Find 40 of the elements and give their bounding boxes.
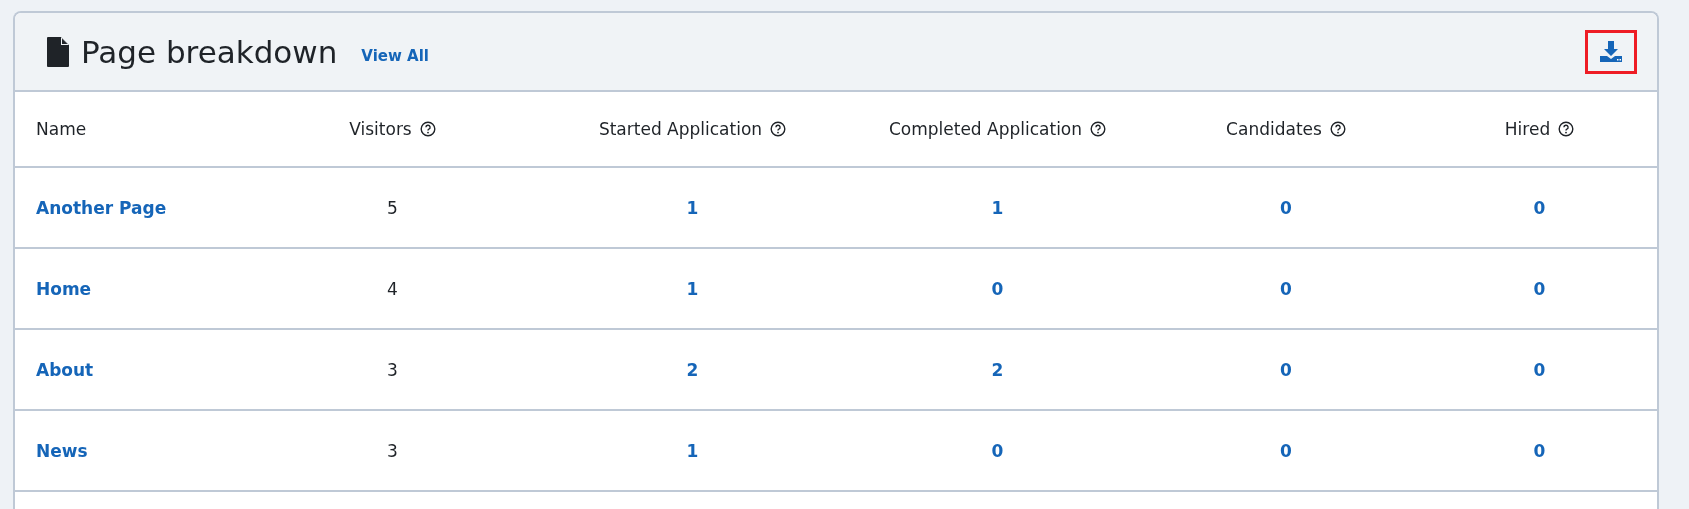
column-header: Completed Application xyxy=(888,119,1083,139)
help-icon[interactable] xyxy=(1558,121,1575,137)
card-title: Page breakdown xyxy=(81,33,338,70)
count-link[interactable]: 1 xyxy=(686,197,699,218)
count-link[interactable]: 1 xyxy=(991,197,1004,218)
page-link[interactable]: Home xyxy=(36,278,92,299)
help-icon[interactable] xyxy=(419,121,436,137)
count-link[interactable]: 0 xyxy=(1533,440,1546,461)
help-icon[interactable] xyxy=(770,121,787,137)
help-icon[interactable] xyxy=(1090,121,1107,137)
count-link[interactable]: 1 xyxy=(686,278,699,299)
count-link[interactable]: 0 xyxy=(1533,359,1546,380)
count-link[interactable]: 1 xyxy=(686,440,699,461)
table-cell: 5 xyxy=(387,197,398,218)
page-link[interactable]: About xyxy=(36,359,94,380)
page-link[interactable]: Another Page xyxy=(36,197,167,218)
count-link[interactable]: 0 xyxy=(991,440,1004,461)
column-header: Candidates xyxy=(1226,119,1322,139)
count-link[interactable]: 0 xyxy=(1280,278,1292,299)
count-link[interactable]: 0 xyxy=(1280,197,1292,218)
table-cell: 3 xyxy=(387,440,398,461)
count-link[interactable]: 2 xyxy=(991,359,1004,380)
column-header: Name xyxy=(36,119,87,139)
table-cell: 3 xyxy=(387,359,398,380)
count-link[interactable]: 2 xyxy=(686,359,699,380)
count-link[interactable]: 0 xyxy=(1280,359,1292,380)
table-cell: 4 xyxy=(387,278,398,299)
download-button[interactable] xyxy=(1585,29,1637,74)
count-link[interactable]: 0 xyxy=(1280,440,1292,461)
view-all-link[interactable]: View All xyxy=(361,46,429,65)
column-header: Visitors xyxy=(349,119,412,139)
count-link[interactable]: 0 xyxy=(991,278,1004,299)
column-header: Hired xyxy=(1504,119,1551,139)
document-icon xyxy=(47,36,69,67)
help-icon[interactable] xyxy=(1329,121,1346,137)
page-link[interactable]: News xyxy=(36,440,88,461)
count-link[interactable]: 0 xyxy=(1533,278,1546,299)
count-link[interactable]: 0 xyxy=(1533,197,1546,218)
download-icon xyxy=(1600,40,1622,63)
column-header: Started Application xyxy=(598,119,763,139)
